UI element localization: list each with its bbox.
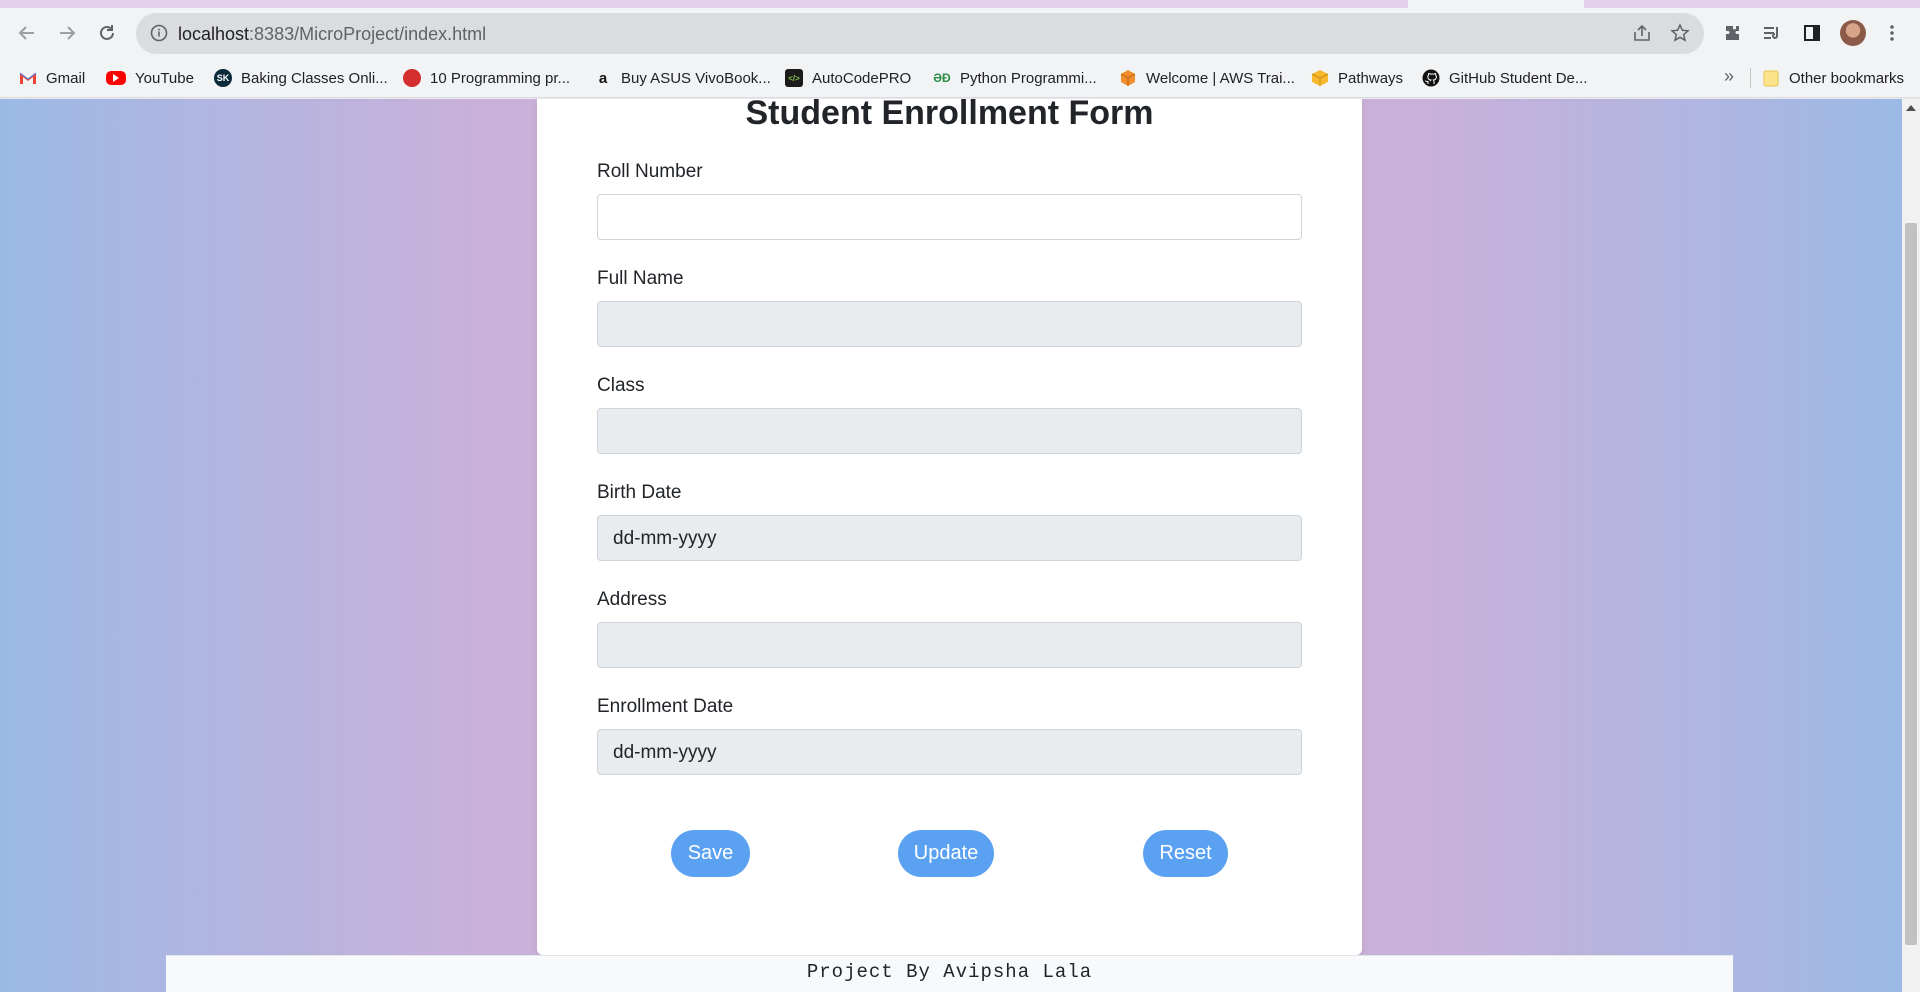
bookmark-label: Gmail	[46, 69, 86, 87]
class-label: Class	[597, 375, 645, 396]
bookmarks-divider	[1750, 68, 1751, 88]
aws-cube-icon	[1119, 69, 1137, 87]
extensions-icon[interactable]	[1720, 21, 1744, 45]
url-path: :8383/MicroProject/index.html	[249, 24, 487, 44]
bookmark-baking[interactable]: SK Baking Classes Onli...	[214, 67, 388, 89]
bookmark-label: Baking Classes Onli...	[241, 69, 388, 87]
address-field: Address	[597, 589, 1302, 668]
enrollment-date-input[interactable]: dd-mm-yyyy	[597, 729, 1302, 775]
geeksforgeeks-icon: ƏĐ	[933, 71, 951, 85]
bookmark-label: Pathways	[1338, 69, 1404, 87]
bookmark-gmail[interactable]: Gmail	[19, 67, 85, 89]
bookmark-label: YouTube	[135, 69, 194, 87]
bookmark-label: GitHub Student De...	[1449, 69, 1588, 87]
full-name-label: Full Name	[597, 268, 684, 289]
reload-icon[interactable]	[95, 21, 119, 45]
page-scrollbar[interactable]	[1902, 99, 1920, 992]
birth-date-input[interactable]: dd-mm-yyyy	[597, 515, 1302, 561]
folder-icon	[1762, 69, 1780, 87]
browser-toolbar: localhost:8383/MicroProject/index.html	[0, 8, 1920, 58]
bookmark-label: 10 Programming pr...	[430, 69, 571, 87]
sk-icon: SK	[214, 69, 232, 87]
enrollment-date-field: Enrollment Date dd-mm-yyyy	[597, 696, 1302, 775]
address-bar[interactable]: localhost:8383/MicroProject/index.html	[136, 13, 1704, 54]
bookmark-python[interactable]: ƏĐ Python Programmi...	[933, 67, 1097, 89]
active-tab-edge[interactable]	[1408, 0, 1584, 8]
profile-avatar[interactable]	[1840, 20, 1866, 46]
youtube-icon	[106, 71, 126, 85]
class-field: Class	[597, 375, 1302, 454]
update-button[interactable]: Update	[898, 830, 994, 877]
github-icon	[1422, 69, 1440, 87]
site-info-icon[interactable]	[150, 24, 168, 47]
forward-icon[interactable]	[55, 21, 79, 45]
tab-strip	[0, 0, 1920, 8]
amazon-icon: a	[598, 69, 608, 87]
scroll-up-arrow-icon[interactable]	[1906, 105, 1916, 111]
bookmark-asus[interactable]: a Buy ASUS VivoBook...	[594, 67, 771, 89]
enrollment-form-card: Student Enrollment Form Roll Number Full…	[537, 99, 1362, 955]
share-icon[interactable]	[1632, 23, 1652, 48]
back-icon[interactable]	[15, 21, 39, 45]
more-bookmarks-chevron[interactable]: »	[1724, 66, 1734, 87]
page-footer: Project By Avipsha Lala	[166, 955, 1733, 992]
birth-date-label: Birth Date	[597, 482, 682, 503]
side-panel-icon[interactable]	[1800, 21, 1824, 45]
bookmark-label: Welcome | AWS Trai...	[1146, 69, 1295, 87]
roll-number-label: Roll Number	[597, 161, 703, 182]
other-bookmarks[interactable]: Other bookmarks	[1762, 67, 1904, 89]
bookmarks-bar: Gmail YouTube SK Baking Classes Onli... 1…	[0, 58, 1920, 98]
address-input[interactable]	[597, 622, 1302, 668]
bookmark-star-icon[interactable]	[1670, 23, 1690, 48]
scrollbar-thumb[interactable]	[1905, 223, 1917, 945]
enrollment-date-label: Enrollment Date	[597, 696, 734, 717]
bookmark-github[interactable]: GitHub Student De...	[1422, 67, 1587, 89]
menu-kebab-icon[interactable]	[1880, 21, 1904, 45]
url-host: localhost	[178, 24, 250, 44]
full-name-field: Full Name	[597, 268, 1302, 347]
save-button[interactable]: Save	[671, 830, 750, 877]
bookmark-label: AutoCodePRO	[812, 69, 912, 87]
address-label: Address	[597, 589, 667, 610]
birth-date-field: Birth Date dd-mm-yyyy	[597, 482, 1302, 561]
bookmark-aws[interactable]: Welcome | AWS Trai...	[1119, 67, 1295, 89]
reset-button[interactable]: Reset	[1143, 830, 1228, 877]
bookmark-label: Python Programmi...	[960, 69, 1097, 87]
class-input[interactable]	[597, 408, 1302, 454]
box-icon	[1311, 69, 1329, 87]
red-circle-icon	[403, 69, 421, 87]
page-viewport: Student Enrollment Form Roll Number Full…	[0, 99, 1902, 992]
roll-number-input[interactable]	[597, 194, 1302, 240]
bookmark-pathways[interactable]: Pathways	[1311, 67, 1403, 89]
full-name-input[interactable]	[597, 301, 1302, 347]
gmail-icon	[19, 69, 37, 87]
roll-number-field: Roll Number	[597, 161, 1302, 240]
form-title: Student Enrollment Form	[745, 99, 1154, 132]
code-icon: </>	[785, 69, 803, 87]
bookmark-label: Buy ASUS VivoBook...	[621, 69, 771, 87]
bookmark-youtube[interactable]: YouTube	[106, 67, 194, 89]
other-bookmarks-label: Other bookmarks	[1789, 69, 1905, 87]
media-control-icon[interactable]	[1760, 21, 1784, 45]
bookmark-programming[interactable]: 10 Programming pr...	[403, 67, 570, 89]
url-text[interactable]: localhost:8383/MicroProject/index.html	[178, 24, 486, 45]
bookmark-autocodepro[interactable]: </> AutoCodePRO	[785, 67, 911, 89]
